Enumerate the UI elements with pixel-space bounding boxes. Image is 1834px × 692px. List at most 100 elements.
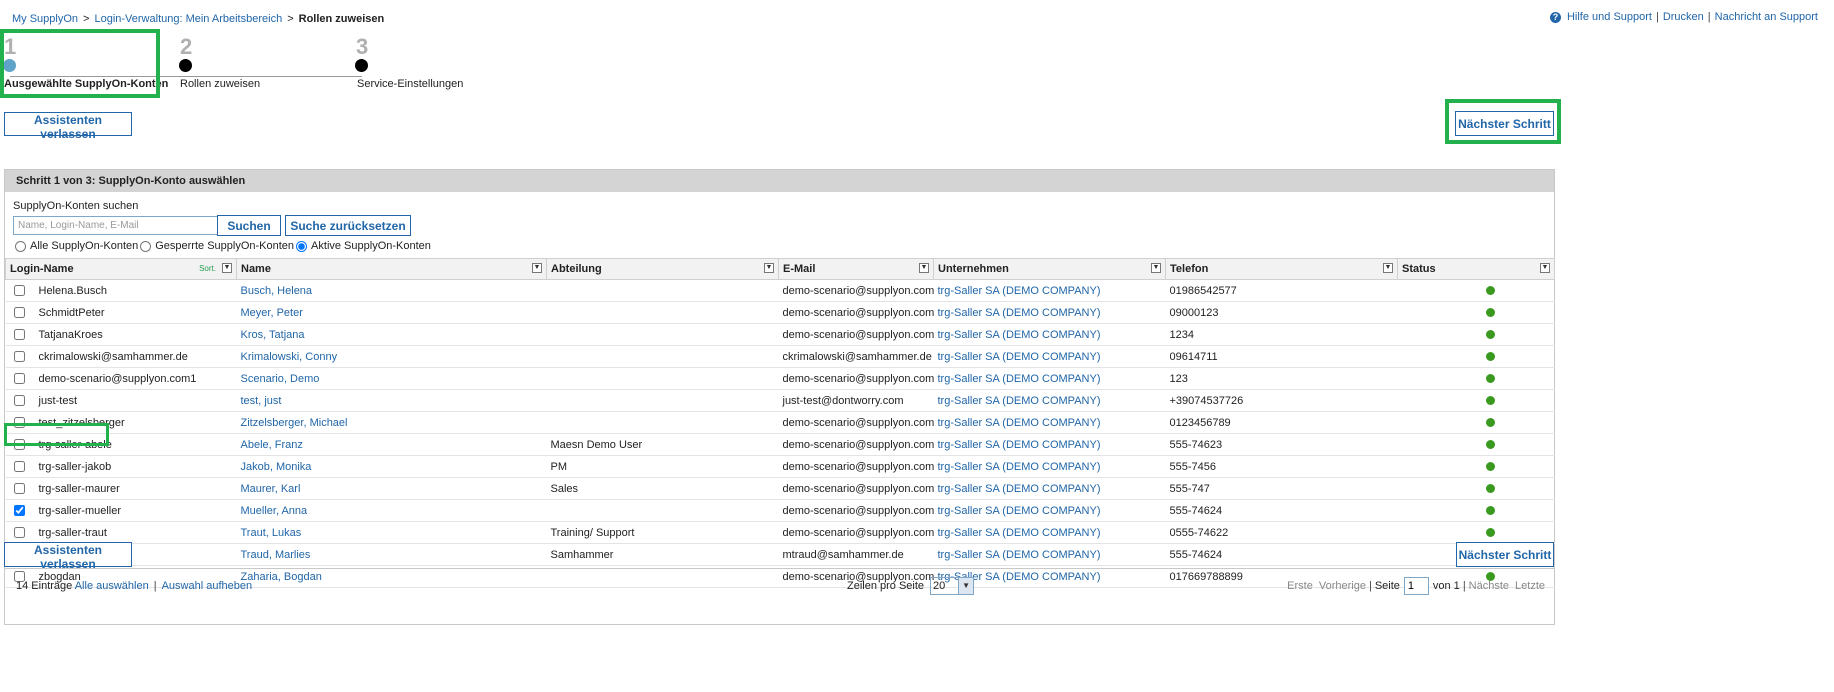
column-header-name[interactable]: Name ▼ [236, 258, 547, 280]
column-header-phone[interactable]: Telefon ▼ [1165, 258, 1398, 280]
cell-company[interactable]: trg-Saller SA (DEMO COMPANY) [933, 477, 1166, 500]
filter-active-radio[interactable] [296, 240, 308, 252]
next-step-button-bottom[interactable]: Nächster Schritt [1456, 542, 1554, 567]
row-checkbox[interactable] [13, 417, 25, 429]
cell-company[interactable]: trg-Saller SA (DEMO COMPANY) [933, 345, 1166, 368]
filter-all[interactable]: Alle SupplyOn-Konten [13, 240, 138, 252]
last-page-link[interactable]: Letzte [1515, 580, 1545, 592]
search-button[interactable]: Suchen [217, 215, 281, 236]
cell-name[interactable]: Abele, Franz [236, 433, 547, 456]
row-checkbox[interactable] [13, 483, 25, 495]
column-header-label: E-Mail [783, 263, 816, 275]
cell-company[interactable]: trg-Saller SA (DEMO COMPANY) [933, 367, 1166, 390]
column-header-label: Abteilung [551, 263, 602, 275]
cell-name[interactable]: test, just [236, 389, 547, 412]
row-checkbox[interactable] [13, 439, 25, 451]
table-row[interactable]: trg-saller-jakob Jakob, Monika PM demo-scen… [5, 455, 1555, 478]
table-row[interactable]: demo-scenario@supplyon.com1 Scenario, Dem… [5, 367, 1555, 390]
table-row[interactable]: trg-saller-traut Traut, Lukas Training/ Su… [5, 521, 1555, 544]
column-header-label: Login-Name [10, 263, 74, 275]
cell-company[interactable]: trg-Saller SA (DEMO COMPANY) [933, 543, 1166, 566]
column-menu-icon[interactable]: ▼ [764, 263, 774, 273]
help-link[interactable]: Hilfe und Support [1567, 11, 1652, 23]
table-row[interactable]: trg-saller-maurer Maurer, Karl Sales demo-s… [5, 477, 1555, 500]
cell-company[interactable]: trg-Saller SA (DEMO COMPANY) [933, 279, 1166, 302]
column-menu-icon[interactable]: ▼ [1383, 263, 1393, 273]
column-menu-icon[interactable]: ▼ [532, 263, 542, 273]
table-row[interactable]: Helena.Busch Busch, Helena demo-scenario@s… [5, 279, 1555, 302]
exit-wizard-button-top[interactable]: Assistenten verlassen [4, 112, 132, 141]
exit-wizard-button-bottom[interactable]: Assistenten verlassen [4, 542, 132, 571]
table-row[interactable]: test_zitzelsberger Zitzelsberger, Michael… [5, 411, 1555, 434]
row-checkbox[interactable] [13, 461, 25, 473]
row-checkbox[interactable] [13, 285, 25, 297]
cell-name[interactable]: Maurer, Karl [236, 477, 547, 500]
column-header-email[interactable]: E-Mail ▼ [778, 258, 934, 280]
column-header-company[interactable]: Unternehmen ▼ [933, 258, 1166, 280]
row-checkbox[interactable] [13, 329, 25, 341]
cell-company[interactable]: trg-Saller SA (DEMO COMPANY) [933, 301, 1166, 324]
breadcrumb-parent-link[interactable]: Login-Verwaltung: Mein Arbeitsbereich [94, 13, 282, 25]
cell-name[interactable]: Kros, Tatjana [236, 323, 547, 346]
column-header-status[interactable]: Status ▼ [1397, 258, 1555, 280]
footer-left: 14 Einträge Alle auswählen | Auswahl aufhe… [16, 580, 252, 592]
row-checkbox[interactable] [13, 505, 25, 517]
breadcrumb-separator: > [287, 13, 294, 25]
cell-company[interactable]: trg-Saller SA (DEMO COMPANY) [933, 455, 1166, 478]
reset-search-button[interactable]: Suche zurücksetzen [285, 215, 411, 236]
entry-count: 14 Einträge [16, 580, 73, 592]
row-checkbox[interactable] [13, 307, 25, 319]
print-link[interactable]: Drucken [1663, 11, 1704, 23]
table-row[interactable]: just-test test, just just-test@dontworry.c… [5, 389, 1555, 412]
table-row[interactable]: TatjanaKroes Kros, Tatjana demo-scenario@s… [5, 323, 1555, 346]
row-checkbox[interactable] [13, 395, 25, 407]
previous-page-link[interactable]: Vorherige [1319, 580, 1366, 592]
column-header-department[interactable]: Abteilung ▼ [546, 258, 779, 280]
cell-company[interactable]: trg-Saller SA (DEMO COMPANY) [933, 433, 1166, 456]
column-menu-icon[interactable]: ▼ [1151, 263, 1161, 273]
chevron-down-icon[interactable]: ▼ [958, 578, 974, 594]
filter-blocked-radio[interactable] [140, 240, 152, 252]
filter-active[interactable]: Aktive SupplyOn-Konten [294, 240, 431, 252]
rows-per-page-select[interactable]: 20 ▼ [930, 577, 975, 595]
table-row[interactable]: trg-saller-traut2Traud, MarliesSamhammer… [5, 543, 1555, 566]
row-checkbox[interactable] [13, 527, 25, 539]
cell-name[interactable]: Zitzelsberger, Michael [236, 411, 547, 434]
row-checkbox[interactable] [13, 351, 25, 363]
cell-name[interactable]: Mueller, Anna [236, 499, 547, 522]
table-row[interactable]: trg-saller-mueller Mueller, Anna demo-scen… [5, 499, 1555, 522]
next-page-link[interactable]: Nächste [1469, 580, 1509, 592]
cell-name[interactable]: Traut, Lukas [236, 521, 547, 544]
filter-all-radio[interactable] [15, 240, 26, 252]
cell-name[interactable]: Busch, Helena [236, 279, 547, 302]
select-all-link[interactable]: Alle auswählen [75, 580, 149, 592]
page-input[interactable] [1403, 577, 1429, 595]
cell-name[interactable]: Krimalowski, Conny [236, 345, 547, 368]
column-header-login[interactable]: Login-Name Sort. ▼ [5, 258, 237, 280]
breadcrumb-home-link[interactable]: My SupplyOn [12, 13, 78, 25]
cell-name[interactable]: Meyer, Peter [236, 301, 547, 324]
column-menu-icon[interactable]: ▼ [222, 263, 232, 273]
search-input[interactable] [13, 216, 242, 235]
cell-name[interactable]: Jakob, Monika [236, 455, 547, 478]
cell-company[interactable]: trg-Saller SA (DEMO COMPANY) [933, 323, 1166, 346]
cell-company[interactable]: trg-Saller SA (DEMO COMPANY) [933, 389, 1166, 412]
deselect-link[interactable]: Auswahl aufheben [162, 580, 253, 592]
message-support-link[interactable]: Nachricht an Support [1715, 11, 1818, 23]
table-row[interactable]: ckrimalowski@samhammer.de Krimalowski, Co… [5, 345, 1555, 368]
help-icon[interactable]: ? [1549, 11, 1561, 23]
cell-name[interactable]: Traud, Marlies [236, 543, 547, 566]
row-checkbox[interactable] [13, 373, 25, 385]
first-page-link[interactable]: Erste [1287, 580, 1313, 592]
next-step-button-top[interactable]: Nächster Schritt [1455, 111, 1554, 136]
cell-company[interactable]: trg-Saller SA (DEMO COMPANY) [933, 411, 1166, 434]
cell-name[interactable]: Scenario, Demo [236, 367, 547, 390]
cell-company[interactable]: trg-Saller SA (DEMO COMPANY) [933, 521, 1166, 544]
column-menu-icon[interactable]: ▼ [1540, 263, 1550, 273]
table-row[interactable]: SchmidtPeter Meyer, Peter demo-scenario@su… [5, 301, 1555, 324]
column-menu-icon[interactable]: ▼ [919, 263, 929, 273]
table-row[interactable]: trg-saller-abele Abele, Franz Maesn Demo U… [5, 433, 1555, 456]
cell-company[interactable]: trg-Saller SA (DEMO COMPANY) [933, 499, 1166, 522]
filter-blocked[interactable]: Gesperrte SupplyOn-Konten [138, 240, 294, 252]
step-3-number: 3 [356, 34, 369, 59]
